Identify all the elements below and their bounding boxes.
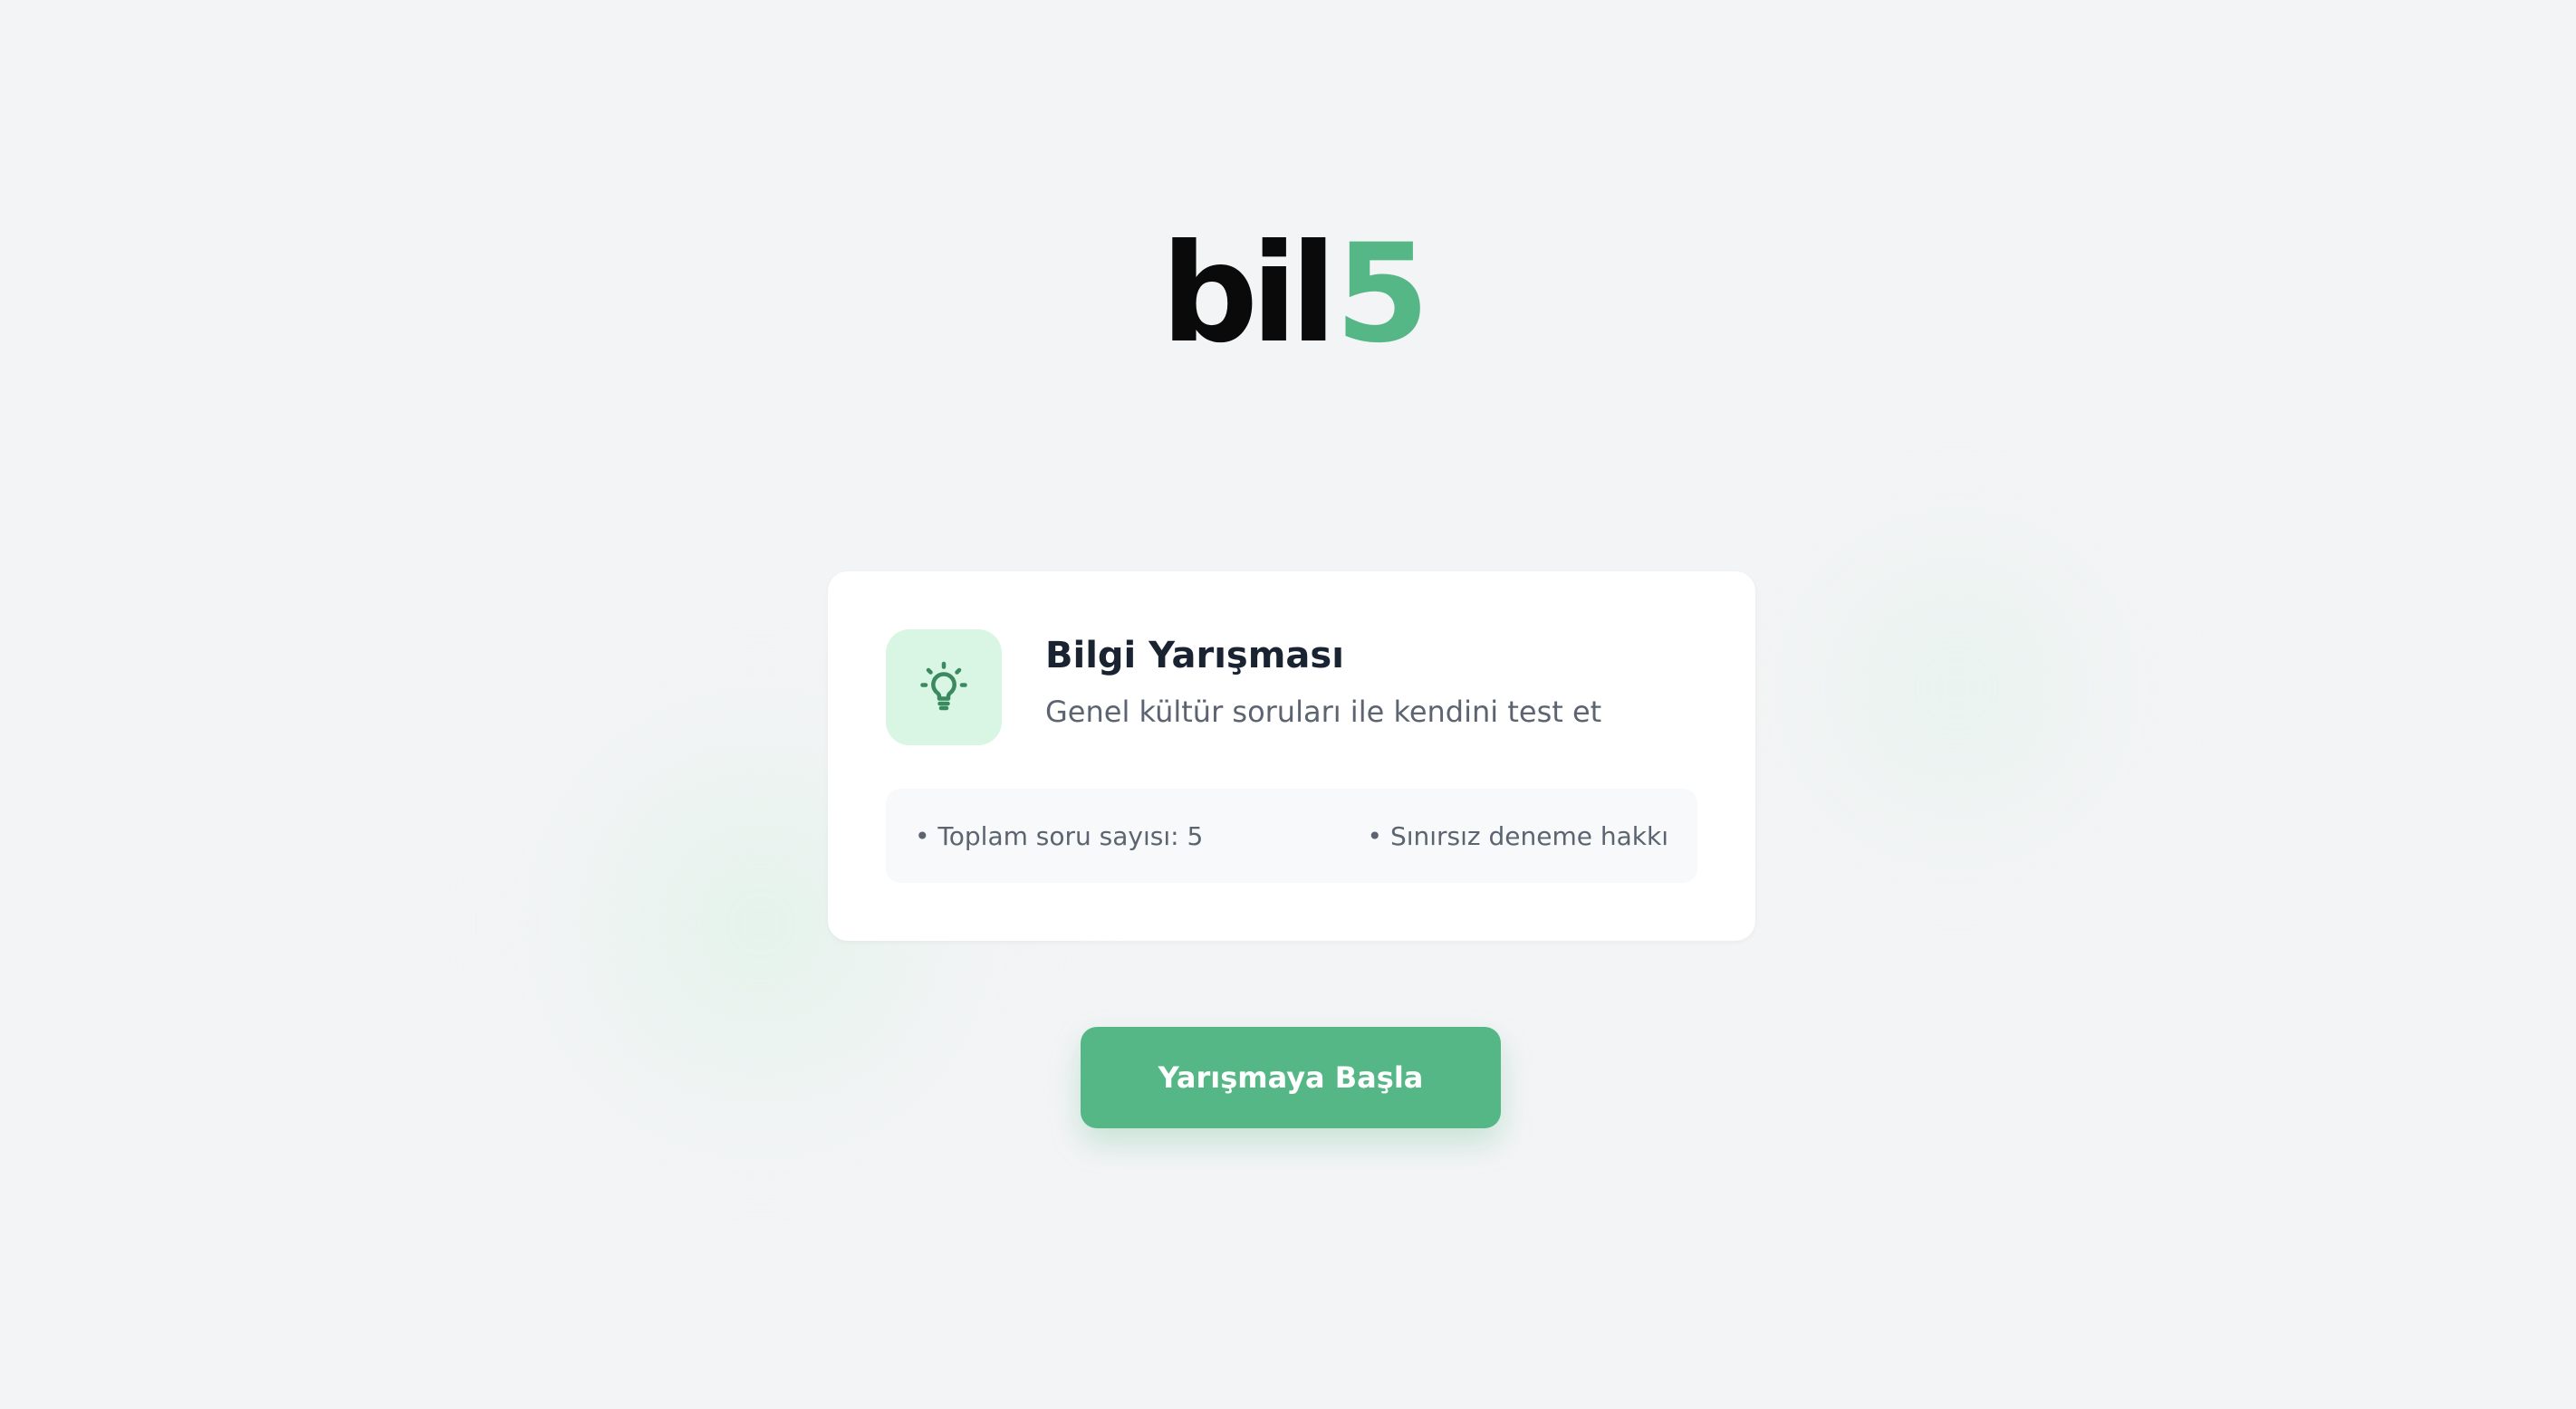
quiz-info-bar: • Toplam soru sayısı: 5 • Sınırsız denem… bbox=[886, 789, 1697, 883]
logo-text-main: bil bbox=[1160, 216, 1337, 373]
quiz-title: Bilgi Yarışması bbox=[1045, 635, 1344, 676]
info-question-count: • Toplam soru sayısı: 5 bbox=[915, 820, 1204, 851]
logo-text-accent: 5 bbox=[1334, 216, 1430, 373]
lightbulb-icon bbox=[920, 661, 967, 711]
quiz-icon-tile bbox=[886, 629, 1002, 745]
app-logo: bil 5 bbox=[1161, 226, 1430, 362]
info-unlimited-attempts: • Sınırsız deneme hakkı bbox=[1367, 820, 1668, 851]
start-quiz-button[interactable]: Yarışmaya Başla bbox=[1081, 1027, 1501, 1128]
quiz-subtitle: Genel kültür soruları ile kendini test e… bbox=[1045, 695, 1602, 729]
background-decoration-right bbox=[1739, 471, 2174, 906]
quiz-card: Bilgi Yarışması Genel kültür soruları il… bbox=[828, 571, 1755, 941]
